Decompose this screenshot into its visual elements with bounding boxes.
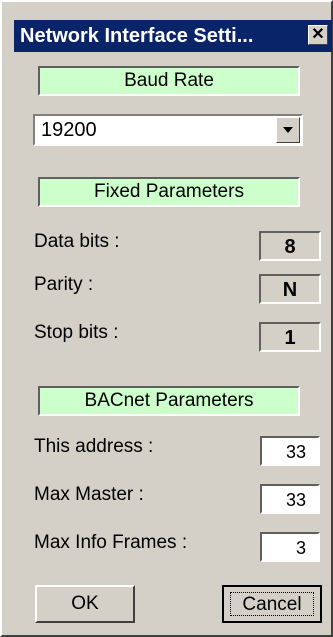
close-icon: ✕ [311,26,325,43]
ok-button-label: OK [71,593,99,614]
close-button[interactable]: ✕ [308,25,328,45]
baud-rate-select[interactable]: 19200 [33,114,303,146]
title-bar[interactable]: Network Interface Setti... ✕ [14,20,332,52]
this-address-label: This address : [34,436,154,457]
chevron-down-icon[interactable] [276,117,300,143]
max-master-field[interactable]: 33 [260,484,320,514]
ok-button[interactable]: OK [35,585,135,623]
max-info-frames-label: Max Info Frames : [34,532,188,553]
data-bits-label: Data bits : [34,231,120,252]
baud-rate-value: 19200 [41,119,97,141]
parity-label: Parity : [34,274,94,295]
this-address-field[interactable]: 33 [260,436,320,466]
stop-bits-label: Stop bits : [34,322,119,343]
stop-bits-value: 1 [259,322,321,352]
window-title: Network Interface Setti... [20,25,254,47]
parity-value: N [259,274,321,304]
cancel-button-label: Cancel [230,592,314,616]
bacnet-parameters-header: BACnet Parameters [38,386,300,416]
dialog-window: Network Interface Setti... ✕ Baud Rate 1… [0,0,333,637]
data-bits-value: 8 [259,231,321,261]
max-master-label: Max Master : [34,484,144,505]
max-info-frames-field[interactable]: 3 [260,532,320,562]
baud-rate-header: Baud Rate [38,66,300,96]
cancel-button[interactable]: Cancel [222,585,322,623]
fixed-parameters-header: Fixed Parameters [38,177,300,207]
